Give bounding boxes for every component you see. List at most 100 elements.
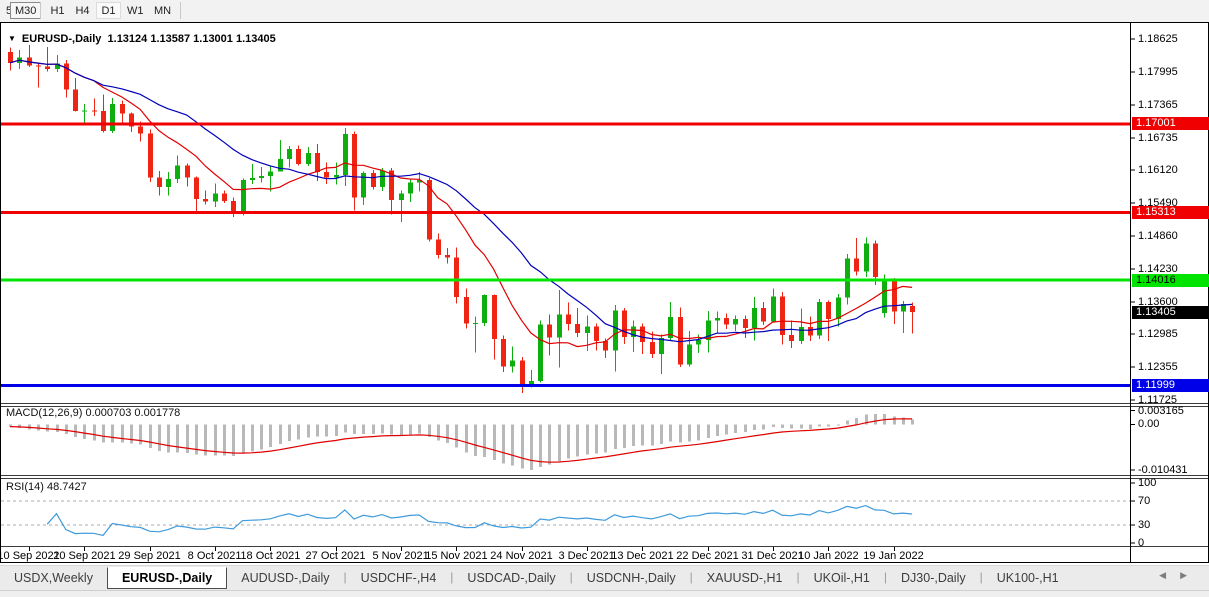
candle-body <box>222 194 227 201</box>
timeframe-button-d1[interactable]: D1 <box>96 2 121 19</box>
price-badge-1.11999: 1.11999 <box>1132 379 1209 392</box>
candle-body <box>203 199 208 202</box>
price-axis-label: 1.18625 <box>1138 33 1178 45</box>
macd-histogram-bar <box>846 420 849 424</box>
candle-body <box>399 194 404 200</box>
tab-xauusd-h1[interactable]: XAUUSD-,H1 <box>693 568 797 589</box>
macd-histogram-bar <box>688 424 691 441</box>
macd-histogram-bar <box>372 424 375 434</box>
candle-body <box>854 258 859 271</box>
candle-body <box>157 177 162 186</box>
macd-histogram-bar <box>669 424 672 441</box>
price-badge-1.14016: 1.14016 <box>1132 274 1209 287</box>
macd-histogram-bar <box>827 424 830 426</box>
tab-ukoil-h1[interactable]: UKOil-,H1 <box>800 568 884 589</box>
macd-histogram-bar <box>260 424 263 449</box>
tab-usdx-weekly[interactable]: USDX,Weekly <box>0 568 107 589</box>
candle-body <box>882 280 887 313</box>
macd-histogram-bar <box>623 424 626 448</box>
macd-name: MACD(12,26,9) <box>6 407 82 419</box>
macd-histogram-bar <box>725 424 728 434</box>
price-badge-1.13405: 1.13405 <box>1132 306 1209 319</box>
chart-dropdown-icon[interactable]: ▼ <box>8 34 16 43</box>
macd-histogram-bar <box>316 424 319 436</box>
price-axis-label: 1.16735 <box>1138 132 1178 144</box>
candle-body <box>659 338 664 354</box>
macd-histogram-bar <box>214 424 217 455</box>
macd-histogram-bar <box>344 424 347 432</box>
candle-body <box>613 310 618 350</box>
candle-wick <box>94 98 95 116</box>
macd-histogram-bar <box>874 414 877 424</box>
candle-body <box>520 360 525 386</box>
tab-audusd-daily[interactable]: AUDUSD-,Daily <box>227 568 343 589</box>
candle-body <box>510 360 515 366</box>
date-axis-label: 24 Nov 2021 <box>490 550 552 562</box>
macd-histogram-bar <box>772 424 775 427</box>
rsi-label: RSI(14) 48.7427 <box>6 481 87 493</box>
candle-body <box>892 280 897 311</box>
macd-histogram-bar <box>809 424 812 428</box>
candle-body <box>268 172 273 176</box>
macd-histogram-bar <box>362 424 365 433</box>
tab-uk100-h1[interactable]: UK100-,H1 <box>983 568 1073 589</box>
price-axis-label: 1.17995 <box>1138 66 1178 78</box>
candle-body <box>743 319 748 328</box>
tab-dj30-daily[interactable]: DJ30-,Daily <box>887 568 980 589</box>
chart-canvas[interactable] <box>0 0 1209 597</box>
candle-body <box>501 339 506 366</box>
timeframe-button-h1[interactable]: H1 <box>45 2 70 19</box>
price-axis-label: 1.16120 <box>1138 164 1178 176</box>
candle-body <box>92 110 97 111</box>
candle-body <box>733 319 738 324</box>
macd-histogram-bar <box>641 424 644 445</box>
macd-histogram-bar <box>586 424 589 454</box>
macd-histogram-bar <box>288 424 291 441</box>
candle-body <box>454 257 459 297</box>
candle-body <box>799 327 804 341</box>
macd-histogram-bar <box>409 424 412 434</box>
candle-body <box>585 326 590 332</box>
timeframe-button-w1[interactable]: W1 <box>122 2 149 19</box>
candle-body <box>120 104 125 113</box>
macd-histogram-bar <box>502 424 505 463</box>
macd-histogram-bar <box>400 424 403 434</box>
macd-histogram-bar <box>93 424 96 440</box>
macd-histogram-bar <box>56 424 59 432</box>
candle-body <box>873 243 878 276</box>
candle-wick <box>261 167 262 183</box>
candle-body <box>640 326 645 342</box>
candle-body <box>436 240 441 255</box>
date-axis-label: 10 Sep 2021 <box>0 550 60 562</box>
macd-histogram-bar <box>781 424 784 427</box>
macd-histogram-bar <box>418 424 421 433</box>
tab-scroll-right-icon[interactable]: ▶ <box>1180 570 1201 580</box>
candle-body <box>715 318 720 321</box>
date-axis-label: 15 Nov 2021 <box>425 550 487 562</box>
macd-histogram-bar <box>474 424 477 456</box>
candle-body <box>315 153 320 172</box>
tab-usdcnh-daily[interactable]: USDCNH-,Daily <box>573 568 690 589</box>
timeframe-button-h4[interactable]: H4 <box>70 2 95 19</box>
price-axis-label: 1.12355 <box>1138 361 1178 373</box>
tab-scroll-left-icon[interactable]: ◀ <box>1159 570 1180 580</box>
timeframe-toolbar: 5M30H1H4D1W1MN <box>0 0 1209 22</box>
candle-body <box>73 89 78 110</box>
candle-body <box>724 318 729 324</box>
candle-body <box>306 153 311 164</box>
tab-usdchf-h4[interactable]: USDCHF-,H4 <box>347 568 451 589</box>
chart-symbol-label: EURUSD-,Daily <box>22 33 101 45</box>
date-axis-label: 8 Oct 2021 <box>188 550 242 562</box>
timeframe-button-mn[interactable]: MN <box>149 2 176 19</box>
chart-title: ▼EURUSD-,Daily 1.13124 1.13587 1.13001 1… <box>8 33 276 45</box>
candle-body <box>185 165 190 177</box>
candle-wick <box>475 317 476 353</box>
candle-body <box>836 298 841 319</box>
tab-usdcad-daily[interactable]: USDCAD-,Daily <box>453 568 569 589</box>
candle-body <box>538 324 543 381</box>
candle-body <box>324 172 329 177</box>
macd-histogram-bar <box>232 424 235 455</box>
timeframe-button-m30[interactable]: M30 <box>10 2 41 19</box>
candle-wick <box>791 321 792 348</box>
tab-eurusd-daily[interactable]: EURUSD-,Daily <box>107 567 227 589</box>
